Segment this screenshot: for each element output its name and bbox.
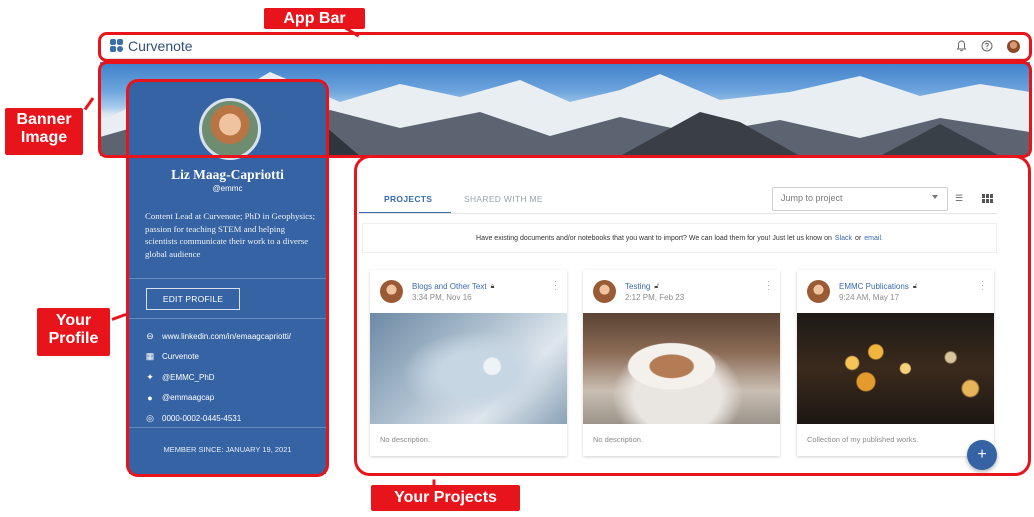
- projects-panel: PROJECTS SHARED WITH ME Jump to project …: [357, 158, 1028, 470]
- profile-link-github[interactable]: ● @emmaagcap: [145, 388, 291, 409]
- connector-line: [111, 312, 127, 321]
- jump-to-project-select[interactable]: Jump to project: [772, 187, 948, 211]
- project-card[interactable]: EMMC Publications 🔓︎ 9:24 AM, May 17 · · ·…: [797, 270, 994, 456]
- list-view-icon[interactable]: ☰: [955, 194, 966, 203]
- profile-link-organization: ▦ Curvenote: [145, 347, 291, 368]
- project-description: No description.: [380, 435, 431, 444]
- import-notice: Have existing documents and/or notebooks…: [362, 223, 997, 253]
- link-icon: ⊖: [146, 330, 154, 341]
- profile-link-twitter[interactable]: ✦ @EMMC_PhD: [145, 367, 291, 388]
- connector-line: [83, 97, 95, 111]
- divider: [129, 278, 326, 279]
- project-description: No description.: [593, 435, 644, 444]
- bell-icon[interactable]: [955, 40, 967, 52]
- edit-profile-button[interactable]: EDIT PROFILE: [146, 288, 240, 310]
- project-title[interactable]: EMMC Publications 🔓︎: [839, 282, 917, 291]
- profile-link-text: www.linkedin.com/in/emaagcapriotti/: [162, 331, 291, 341]
- curvenote-logo[interactable]: Curvenote: [110, 38, 193, 54]
- avatar[interactable]: [1007, 39, 1020, 53]
- member-since: MEMBER SINCE: JANUARY 19, 2021: [163, 445, 292, 454]
- profile-handle: @emmc: [212, 184, 243, 193]
- github-icon: ●: [147, 392, 153, 403]
- project-description: Collection of my published works.: [807, 435, 919, 444]
- banner-label-line: Image: [20, 129, 68, 147]
- project-image: [370, 313, 567, 424]
- project-title[interactable]: Testing 🔓︎: [625, 282, 659, 291]
- profile-bio: Content Lead at Curvenote; PhD in Geophy…: [145, 211, 316, 259]
- unlocked-icon: 🔓︎: [912, 282, 918, 290]
- add-project-button[interactable]: +: [967, 440, 997, 470]
- help-icon[interactable]: [981, 40, 993, 52]
- notice-text: or: [855, 234, 862, 242]
- unlocked-icon: 🔓︎: [654, 282, 659, 290]
- project-card[interactable]: Blogs and Other Text 🔒︎ 3:34 PM, Nov 16 …: [370, 270, 567, 456]
- banner-label-line: Banner: [16, 111, 72, 128]
- profile-card: Liz Maag-Capriotti @emmc Content Lead at…: [129, 82, 326, 474]
- project-title-text: Blogs and Other Text: [412, 282, 487, 291]
- profile-link-text: 0000-0002-0445-4531: [162, 413, 242, 423]
- chevron-down-icon: [932, 195, 938, 199]
- profile-avatar: [199, 98, 261, 160]
- your-profile-label: Your Profile: [37, 308, 110, 356]
- project-image: [583, 313, 780, 424]
- organization-icon: ▦: [145, 351, 155, 362]
- project-image: [797, 313, 994, 424]
- profile-link-linkedin[interactable]: ⊖ www.linkedin.com/in/emaagcapriotti/: [145, 326, 291, 347]
- locked-icon: 🔒︎: [490, 282, 495, 290]
- twitter-icon: ✦: [146, 371, 154, 382]
- slack-link[interactable]: Slack: [835, 235, 852, 242]
- profile-links: ⊖ www.linkedin.com/in/emaagcapriotti/ ▦ …: [145, 326, 291, 429]
- project-title-text: EMMC Publications: [839, 282, 909, 291]
- your-projects-label: Your Projects: [371, 485, 520, 511]
- profile-link-orcid[interactable]: ◎ 0000-0002-0445-4531: [145, 408, 291, 429]
- profile-link-text: @emmaagcap: [162, 393, 215, 403]
- notice-text: Have existing documents and/or notebooks…: [476, 234, 832, 242]
- profile-label-line: Your: [55, 312, 92, 329]
- avatar: [380, 280, 403, 303]
- grid-view-icon[interactable]: [982, 194, 993, 203]
- app-bar-label: App Bar: [264, 8, 365, 29]
- email-link[interactable]: email.: [864, 235, 883, 242]
- avatar: [807, 280, 830, 303]
- avatar: [593, 280, 616, 303]
- jump-placeholder: Jump to project: [781, 193, 843, 203]
- project-card[interactable]: Testing 🔓︎ 2:12 PM, Feb 23 · · · No descri…: [583, 270, 780, 456]
- project-timestamp: 9:24 AM, May 17: [839, 293, 900, 302]
- profile-link-text: @EMMC_PhD: [162, 372, 215, 382]
- profile-link-text: Curvenote: [162, 352, 199, 362]
- project-title-text: Testing: [625, 282, 651, 291]
- project-timestamp: 3:34 PM, Nov 16: [412, 293, 472, 302]
- brand-name: Curvenote: [128, 38, 193, 54]
- tab-divider: [357, 213, 997, 214]
- app-bar: Curvenote: [100, 34, 1030, 59]
- banner-image-label: Banner Image: [5, 108, 83, 155]
- divider: [129, 427, 326, 428]
- tab-shared-with-me[interactable]: SHARED WITH ME: [464, 194, 543, 204]
- profile-name: Liz Maag-Capriotti: [171, 167, 284, 182]
- project-title[interactable]: Blogs and Other Text 🔒︎: [412, 282, 494, 291]
- curvenote-logo-icon: [110, 39, 124, 53]
- profile-label-line: Profile: [48, 330, 99, 348]
- orcid-icon: ◎: [146, 412, 154, 423]
- project-timestamp: 2:12 PM, Feb 23: [625, 293, 685, 302]
- more-vert-icon[interactable]: · · ·: [554, 277, 557, 294]
- divider: [129, 318, 326, 319]
- tab-projects[interactable]: PROJECTS: [384, 194, 432, 204]
- project-tabs: PROJECTS SHARED WITH ME: [357, 184, 577, 214]
- more-vert-icon[interactable]: · · ·: [981, 277, 984, 294]
- more-vert-icon[interactable]: · · ·: [767, 277, 770, 294]
